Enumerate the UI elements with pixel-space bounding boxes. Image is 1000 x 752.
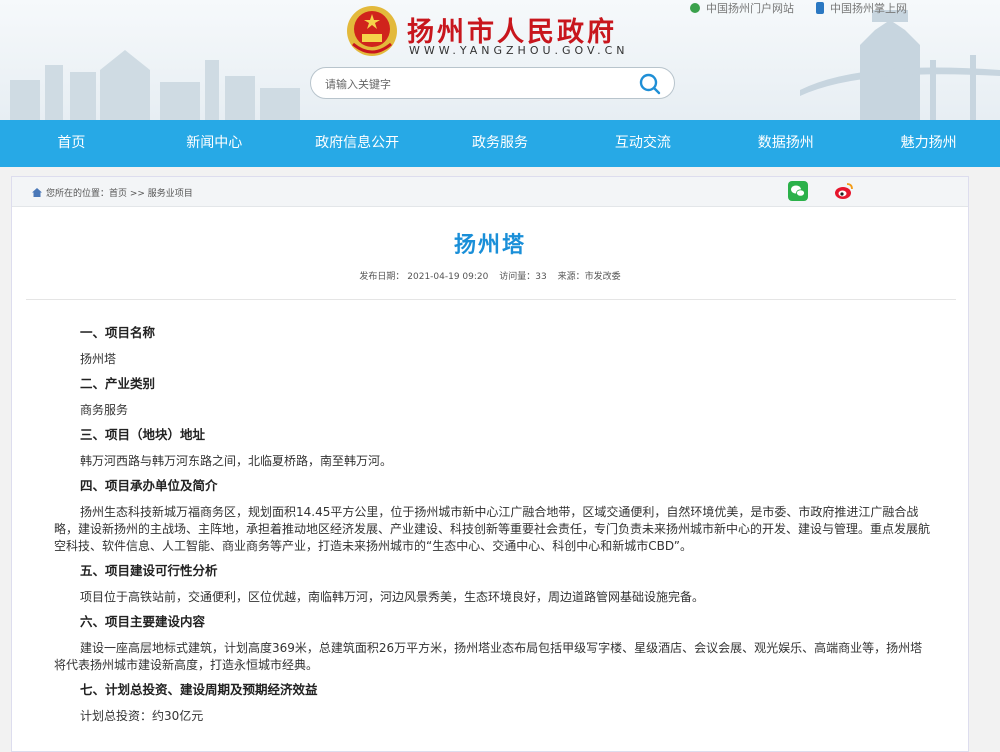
section-text: 韩万河西路与韩万河东路之间，北临夏桥路，南至韩万河。 [80,453,393,468]
nav-gov-info[interactable]: 政府信息公开 [286,120,429,167]
share-buttons [788,181,854,201]
site-header: 中国扬州门户网站 中国扬州掌上网 扬州市人民政府 WWW.YANGZHOU.GO… [0,0,1000,120]
nav-data[interactable]: 数据扬州 [714,120,857,167]
article-meta: 发布日期： 2021-04-19 09:20 访问量：33 来源：市发改委 [12,269,968,282]
section-heading: 二、产业类别 [80,376,156,391]
section-text: 扬州塔 [80,351,117,366]
breadcrumb-bar: 您所在的位置：首页 >> 服务业项目 [12,177,968,207]
site-logo[interactable]: 扬州市人民政府 WWW.YANGZHOU.GOV.CN [345,4,645,60]
tower-decoration [800,10,1000,120]
phone-icon [816,2,824,14]
weibo-share-button[interactable] [834,181,854,201]
breadcrumb-text[interactable]: 您所在的位置：首页 >> 服务业项目 [46,186,193,199]
section-heading: 六、项目主要建设内容 [80,614,206,629]
divider [26,299,956,300]
wechat-share-button[interactable] [788,181,808,201]
nav-news[interactable]: 新闻中心 [143,120,286,167]
section-text: 扬州生态科技新城万福商务区，规划面积14.45平方公里，位于扬州城市新中心江广融… [54,504,931,553]
section-text: 计划总投资：约30亿元 [80,708,204,723]
section-heading: 三、项目（地块）地址 [80,427,206,442]
wechat-icon [788,181,808,201]
portal-icon [690,3,700,13]
search-input[interactable] [325,75,625,93]
home-icon [32,188,42,197]
nav-interaction[interactable]: 互动交流 [571,120,714,167]
mobile-link[interactable]: 中国扬州掌上网 [816,0,907,16]
nav-charm[interactable]: 魅力扬州 [857,120,1000,167]
breadcrumb: 您所在的位置：首页 >> 服务业项目 [32,186,193,199]
section-heading: 一、项目名称 [80,325,156,340]
section-heading: 七、计划总投资、建设周期及预期经济效益 [80,682,318,697]
portal-link[interactable]: 中国扬州门户网站 [690,0,794,16]
search-icon[interactable] [638,72,662,96]
main-nav: 首页 新闻中心 政府信息公开 政务服务 互动交流 数据扬州 魅力扬州 [0,120,1000,167]
national-emblem-icon [347,6,397,56]
article-body: 一、项目名称 扬州塔 二、产业类别 商务服务 三、项目（地块）地址 韩万河西路与… [54,325,930,733]
nav-home[interactable]: 首页 [0,120,143,167]
view-count: 访问量：33 [499,272,547,282]
section-heading: 四、项目承办单位及简介 [80,478,218,493]
nav-services[interactable]: 政务服务 [429,120,572,167]
section-text: 建设一座高层地标式建筑，计划高度369米，总建筑面积26万平方米，扬州塔业态布局… [54,640,923,672]
search-box [310,67,675,99]
section-text: 项目位于高铁站前，交通便利，区位优越，南临韩万河，河边风景秀美，生态环境良好，周… [80,589,705,604]
publish-date: 发布日期： 2021-04-19 09:20 [359,272,489,282]
article-title: 扬州塔 [453,233,526,258]
section-text: 商务服务 [80,402,129,417]
article-card: 您所在的位置：首页 >> 服务业项目 扬州塔 发布日期： 2021-04-19 … [11,176,969,752]
section-heading: 五、项目建设可行性分析 [80,563,218,578]
weibo-icon [835,183,853,199]
article-source: 来源：市发改委 [557,272,621,282]
site-url: WWW.YANGZHOU.GOV.CN [409,44,629,57]
skyline-decoration [10,50,300,120]
top-links: 中国扬州门户网站 中国扬州掌上网 [690,0,907,16]
